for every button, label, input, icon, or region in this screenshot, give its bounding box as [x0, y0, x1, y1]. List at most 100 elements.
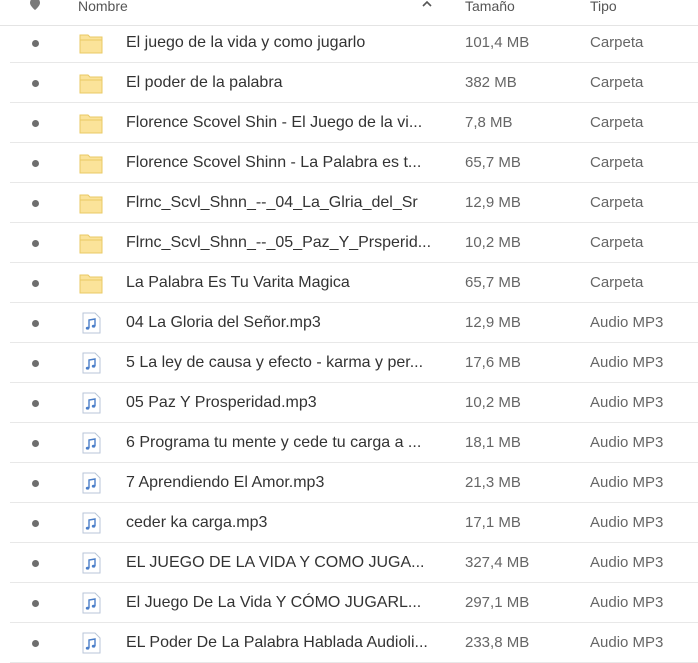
- file-size: 17,1 MB: [465, 514, 521, 531]
- file-type: Audio MP3: [590, 354, 664, 371]
- folder-icon: [79, 74, 103, 94]
- file-type: Audio MP3: [590, 594, 664, 611]
- file-row[interactable]: El juego de la vida y como jugarlo 101,4…: [10, 23, 698, 63]
- file-type: Audio MP3: [590, 394, 664, 411]
- file-name[interactable]: 05 Paz Y Prosperidad.mp3: [126, 393, 444, 413]
- folder-icon: [79, 194, 103, 214]
- file-type: Carpeta: [590, 274, 644, 291]
- file-row[interactable]: Florence Scovel Shin - El Juego de la vi…: [10, 103, 698, 143]
- file-name[interactable]: Flrnc_Scvl_Shnn_--_05_Paz_Y_Prsperid...: [126, 233, 444, 253]
- file-name[interactable]: 6 Programa tu mente y cede tu carga a ..…: [126, 433, 444, 453]
- file-size: 17,6 MB: [465, 354, 521, 371]
- column-header-name[interactable]: Nombre: [78, 0, 128, 14]
- file-type: Carpeta: [590, 234, 644, 251]
- row-bullet[interactable]: [32, 400, 39, 407]
- file-size: 65,7 MB: [465, 274, 521, 291]
- row-bullet[interactable]: [32, 240, 39, 247]
- folder-icon: [79, 34, 103, 54]
- file-row[interactable]: EL Poder De La Palabra Hablada Audioli..…: [10, 623, 698, 663]
- file-name[interactable]: 7 Aprendiendo El Amor.mp3: [126, 473, 444, 493]
- file-row[interactable]: 04 La Gloria del Señor.mp3 12,9 MB Audio…: [10, 303, 698, 343]
- file-row[interactable]: EL JUEGO DE LA VIDA Y COMO JUGA... 327,4…: [10, 543, 698, 583]
- column-header-type[interactable]: Tipo: [590, 0, 617, 14]
- file-type: Audio MP3: [590, 474, 664, 491]
- file-name[interactable]: ceder ka carga.mp3: [126, 513, 444, 533]
- audio-file-icon: [82, 632, 101, 654]
- file-size: 101,4 MB: [465, 34, 530, 51]
- file-size: 297,1 MB: [465, 594, 530, 611]
- file-type: Carpeta: [590, 114, 644, 131]
- file-size: 65,7 MB: [465, 154, 521, 171]
- file-type: Carpeta: [590, 74, 644, 91]
- file-row[interactable]: 7 Aprendiendo El Amor.mp3 21,3 MB Audio …: [10, 463, 698, 503]
- file-row[interactable]: La Palabra Es Tu Varita Magica 65,7 MB C…: [10, 263, 698, 303]
- audio-file-icon: [82, 592, 101, 614]
- file-name[interactable]: EL JUEGO DE LA VIDA Y COMO JUGA...: [126, 553, 444, 573]
- file-row[interactable]: 5 La ley de causa y efecto - karma y per…: [10, 343, 698, 383]
- file-size: 7,8 MB: [465, 114, 513, 131]
- file-name[interactable]: La Palabra Es Tu Varita Magica: [126, 273, 444, 293]
- file-name[interactable]: Florence Scovel Shinn - La Palabra es t.…: [126, 153, 444, 173]
- audio-file-icon: [82, 512, 101, 534]
- audio-file-icon: [82, 392, 101, 414]
- file-name[interactable]: 04 La Gloria del Señor.mp3: [126, 313, 444, 333]
- folder-icon: [79, 234, 103, 254]
- file-type: Audio MP3: [590, 514, 664, 531]
- file-type: Audio MP3: [590, 554, 664, 571]
- file-type: Audio MP3: [590, 434, 664, 451]
- file-row[interactable]: Flrnc_Scvl_Shnn_--_05_Paz_Y_Prsperid... …: [10, 223, 698, 263]
- file-type: Carpeta: [590, 154, 644, 171]
- file-row[interactable]: El poder de la palabra 382 MB Carpeta: [10, 63, 698, 103]
- audio-file-icon: [82, 472, 101, 494]
- file-row[interactable]: 6 Programa tu mente y cede tu carga a ..…: [10, 423, 698, 463]
- row-bullet[interactable]: [32, 360, 39, 367]
- column-header-size[interactable]: Tamaño: [465, 0, 515, 14]
- file-row[interactable]: ceder ka carga.mp3 17,1 MB Audio MP3: [10, 503, 698, 543]
- folder-icon: [79, 274, 103, 294]
- row-bullet[interactable]: [32, 200, 39, 207]
- file-type: Carpeta: [590, 194, 644, 211]
- file-size: 18,1 MB: [465, 434, 521, 451]
- row-bullet[interactable]: [32, 640, 39, 647]
- file-row[interactable]: Florence Scovel Shinn - La Palabra es t.…: [10, 143, 698, 183]
- row-bullet[interactable]: [32, 160, 39, 167]
- audio-file-icon: [82, 352, 101, 374]
- file-name[interactable]: El Juego De La Vida Y CÓMO JUGARL...: [126, 593, 444, 613]
- audio-file-icon: [82, 312, 101, 334]
- file-row[interactable]: El Juego De La Vida Y CÓMO JUGARL... 297…: [10, 583, 698, 623]
- file-type: Audio MP3: [590, 314, 664, 331]
- file-type: Audio MP3: [590, 634, 664, 651]
- file-name[interactable]: El poder de la palabra: [126, 73, 444, 93]
- file-size: 12,9 MB: [465, 194, 521, 211]
- file-size: 12,9 MB: [465, 314, 521, 331]
- row-bullet[interactable]: [32, 600, 39, 607]
- row-bullet[interactable]: [32, 480, 39, 487]
- row-bullet[interactable]: [32, 40, 39, 47]
- file-size: 233,8 MB: [465, 634, 530, 651]
- file-size: 382 MB: [465, 74, 517, 91]
- row-bullet[interactable]: [32, 520, 39, 527]
- file-name[interactable]: Florence Scovel Shin - El Juego de la vi…: [126, 113, 444, 133]
- file-name[interactable]: El juego de la vida y como jugarlo: [126, 33, 444, 53]
- file-size: 327,4 MB: [465, 554, 530, 571]
- file-name[interactable]: 5 La ley de causa y efecto - karma y per…: [126, 353, 444, 373]
- file-name[interactable]: Flrnc_Scvl_Shnn_--_04_La_Glria_del_Sr: [126, 193, 444, 213]
- pin-icon: [30, 0, 40, 10]
- file-type: Carpeta: [590, 34, 644, 51]
- file-size: 21,3 MB: [465, 474, 521, 491]
- audio-file-icon: [82, 552, 101, 574]
- file-size: 10,2 MB: [465, 394, 521, 411]
- row-bullet[interactable]: [32, 280, 39, 287]
- file-row[interactable]: Flrnc_Scvl_Shnn_--_04_La_Glria_del_Sr 12…: [10, 183, 698, 223]
- file-name[interactable]: EL Poder De La Palabra Hablada Audioli..…: [126, 633, 444, 653]
- row-bullet[interactable]: [32, 80, 39, 87]
- row-bullet[interactable]: [32, 120, 39, 127]
- file-size: 10,2 MB: [465, 234, 521, 251]
- chevron-up-icon[interactable]: [421, 0, 433, 10]
- file-row[interactable]: 05 Paz Y Prosperidad.mp3 10,2 MB Audio M…: [10, 383, 698, 423]
- row-bullet[interactable]: [32, 320, 39, 327]
- audio-file-icon: [82, 432, 101, 454]
- row-bullet[interactable]: [32, 440, 39, 447]
- folder-icon: [79, 154, 103, 174]
- row-bullet[interactable]: [32, 560, 39, 567]
